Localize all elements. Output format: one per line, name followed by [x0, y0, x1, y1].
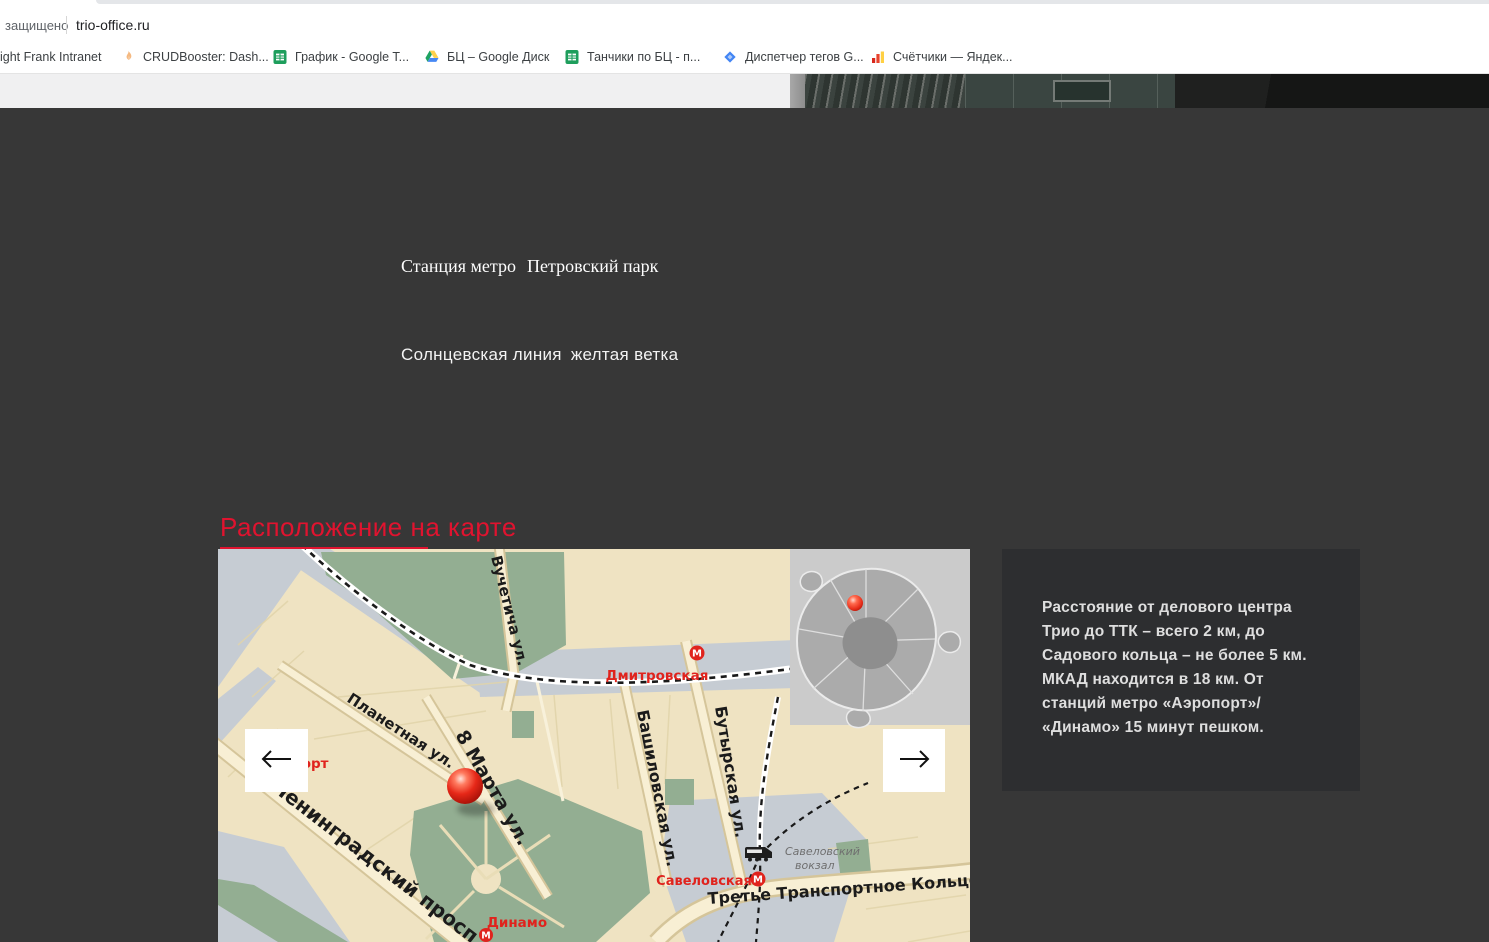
svg-text:М: М — [692, 649, 702, 660]
location-marker — [447, 768, 483, 804]
next-slide-button[interactable] — [883, 729, 945, 792]
distance-info-text: Расстояние от делового центра Трио до ТТ… — [1042, 596, 1324, 740]
prev-slide-button[interactable] — [245, 729, 308, 792]
svg-text:вокзал: вокзал — [795, 859, 834, 872]
bookmark-tanchiki[interactable]: Танчики по БЦ - п... — [564, 40, 700, 73]
section-title: Расположение на карте — [220, 512, 517, 543]
station-label-savelovskaya: Савеловская — [656, 874, 752, 889]
metro-icon-dinamo: М — [479, 928, 493, 942]
arrow-right-icon — [897, 749, 931, 772]
tag-manager-icon — [722, 49, 738, 65]
building-wall — [790, 74, 805, 108]
browser-window: защищено trio-office.ru ight Frank Intra… — [0, 0, 1489, 942]
train-icon — [745, 847, 772, 862]
bookmark-crudbooster[interactable]: CRUDBooster: Dash... — [120, 40, 269, 73]
bookmarks-bar: ight Frank Intranet CRUDBooster: Dash...… — [0, 40, 1489, 74]
distance-info-box: Расстояние от делового центра Трио до ТТ… — [1002, 549, 1360, 791]
metro-icon-savelovskaya: М — [751, 872, 766, 887]
security-chip[interactable]: защищено — [5, 18, 68, 33]
building-photo — [790, 74, 1489, 108]
station-label-dmitrovskaya: Дмитровская — [606, 668, 709, 684]
metro-station-label: Станция метро — [401, 256, 516, 277]
address-separator — [66, 16, 67, 34]
station-label-dinamo: Динамо — [487, 915, 547, 931]
arrow-left-icon — [260, 749, 294, 772]
metro-line-value: желтая ветка — [571, 345, 679, 365]
minimap-marker — [847, 595, 863, 611]
metro-station-value: Петровский парк — [527, 256, 658, 277]
svg-text:Савеловский: Савеловский — [785, 845, 860, 858]
metro-icon-dmitrovskaya: М — [690, 646, 705, 661]
map-svg: Вучетича ул. Планетная ул. 8 Марта ул. Б… — [218, 549, 970, 942]
url-text[interactable]: trio-office.ru — [76, 17, 150, 33]
minimap-inset — [790, 549, 970, 728]
marker-shadow — [457, 802, 495, 816]
map-image: Вучетича ул. Планетная ул. 8 Марта ул. Б… — [218, 549, 970, 942]
google-drive-icon — [424, 49, 440, 65]
tab-strip — [0, 0, 1489, 13]
svg-text:М: М — [753, 875, 763, 886]
bookmark-grafik-google[interactable]: График - Google T... — [272, 40, 409, 73]
bookmark-yandex-metrica[interactable]: Счётчики — Яндек... — [870, 40, 1013, 73]
svg-text:М: М — [481, 931, 490, 942]
metro-station-row: Станция метро Петровский парк — [401, 256, 658, 277]
metro-line-label: Солнцевская линия — [401, 345, 562, 365]
hero-strip — [0, 74, 1489, 108]
yandex-metrica-icon — [870, 49, 886, 65]
building-shadow — [1175, 74, 1489, 108]
building-facade-stripes — [805, 74, 965, 108]
bookmark-tag-manager[interactable]: Диспетчер тегов G... — [722, 40, 864, 73]
metro-line-row: Солнцевская линия желтая ветка — [401, 345, 678, 365]
page-content: Станция метро Петровский парк Солнцевска… — [0, 108, 1489, 942]
browser-chrome: защищено trio-office.ru ight Frank Intra… — [0, 0, 1489, 74]
building-window — [1053, 80, 1111, 102]
address-bar[interactable]: защищено trio-office.ru — [0, 13, 1489, 40]
google-sheets-icon — [272, 49, 288, 65]
bookmark-knight-frank[interactable]: ight Frank Intranet — [0, 40, 101, 73]
google-sheets-icon — [564, 49, 580, 65]
tab-strip-shade — [96, 0, 1489, 4]
flame-icon — [120, 49, 136, 65]
bookmark-google-drive[interactable]: БЦ – Google Диск — [424, 40, 549, 73]
